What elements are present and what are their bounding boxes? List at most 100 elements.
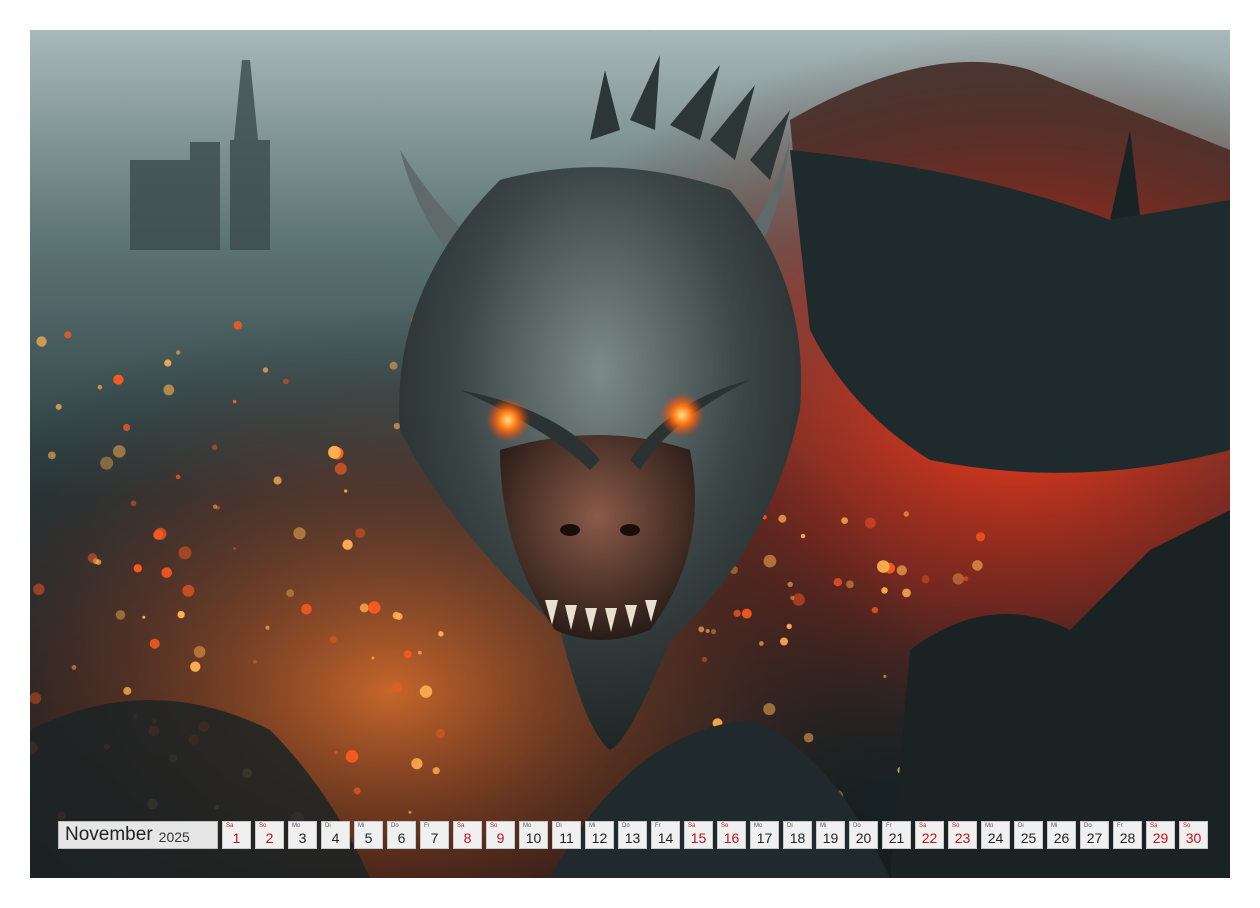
ember-light [778, 514, 787, 523]
day-number: 16 [723, 830, 740, 846]
ember-light [87, 553, 98, 563]
ember-light [392, 682, 403, 693]
weekday-abbr: Sa [688, 823, 696, 829]
day-number: 2 [265, 830, 274, 846]
day-row: Sa 1 So 2 Mo 3 Di 4 Mi 5 Do 6 Fr 7 Sa 8 So 9 Mo 10 Di 11 Mi 12 D… [218, 821, 1208, 849]
weekday-abbr: So [490, 823, 498, 829]
ember-light [142, 615, 146, 619]
day-cell: Mo 24 [981, 821, 1010, 849]
ember-light [97, 384, 103, 390]
day-number: 22 [921, 830, 938, 846]
day-number: 19 [822, 830, 839, 846]
ember-light [130, 500, 137, 507]
ember-light [787, 581, 793, 588]
ember-light [329, 636, 337, 643]
ember-light [293, 527, 306, 540]
weekday-abbr: Do [853, 823, 861, 829]
weekday-abbr: Do [391, 823, 399, 829]
ember-light [190, 661, 201, 672]
ember-light [164, 359, 172, 367]
ember-light [800, 533, 806, 539]
day-cell: Do 20 [849, 821, 878, 849]
ember-light [438, 631, 444, 637]
day-cell: Sa 29 [1146, 821, 1175, 849]
ember-light [265, 625, 270, 630]
day-cell: Mo 3 [288, 821, 317, 849]
day-cell: Di 4 [321, 821, 350, 849]
weekday-abbr: Sa [1150, 823, 1158, 829]
ember-light [741, 608, 752, 619]
day-cell: Do 27 [1080, 821, 1109, 849]
ember-light [763, 554, 777, 568]
weekday-abbr: Di [325, 823, 331, 829]
ember-light [411, 758, 423, 770]
weekday-abbr: Di [1018, 823, 1024, 829]
ember-light [328, 445, 341, 459]
day-number: 27 [1086, 830, 1103, 846]
ember-light [393, 422, 401, 430]
ember-light [763, 703, 776, 716]
dragon-illustration [30, 30, 1230, 878]
weekday-abbr: So [721, 823, 729, 829]
weekday-abbr: Mi [589, 823, 596, 829]
ember-light [193, 646, 206, 658]
ember-light [178, 546, 192, 560]
day-cell: Di 25 [1014, 821, 1043, 849]
ember-light [286, 589, 295, 597]
day-number: 11 [559, 830, 574, 846]
ember-light [154, 527, 167, 540]
ember-light [262, 367, 269, 373]
day-number: 10 [525, 830, 542, 846]
day-number: 12 [591, 830, 608, 846]
day-number: 30 [1185, 830, 1202, 846]
day-cell: Fr 14 [651, 821, 680, 849]
ember-light [921, 575, 930, 584]
ember-light [963, 576, 969, 582]
weekday-abbr: Fr [655, 823, 661, 829]
weekday-abbr: Mi [1051, 823, 1058, 829]
day-cell: Fr 21 [882, 821, 911, 849]
day-number: 25 [1020, 830, 1037, 846]
month-name: November [65, 824, 153, 845]
ember-light [342, 539, 353, 550]
ember-light [780, 637, 788, 646]
weekday-abbr: So [952, 823, 960, 829]
right-eye-icon [660, 393, 704, 437]
ember-light [903, 511, 909, 517]
ember-light [123, 423, 131, 432]
ember-light [698, 626, 705, 633]
ember-light [344, 489, 348, 493]
day-cell: So 16 [717, 821, 746, 849]
weekday-abbr: Mi [820, 823, 827, 829]
ember-light [233, 321, 243, 330]
ember-light [175, 474, 181, 480]
ember-light [359, 603, 369, 613]
day-number: 6 [397, 830, 406, 846]
day-cell: So 30 [1179, 821, 1208, 849]
ember-light [232, 399, 237, 404]
ember-light [432, 767, 440, 775]
day-number: 1 [232, 830, 241, 846]
day-cell: Mi 12 [585, 821, 614, 849]
day-cell: Fr 7 [420, 821, 449, 849]
weekday-abbr: So [1183, 823, 1191, 829]
ember-light [871, 606, 879, 614]
day-cell: Sa 8 [453, 821, 482, 849]
day-number: 26 [1053, 830, 1070, 846]
left-eye-icon [486, 398, 530, 442]
ember-light [792, 593, 805, 606]
ember-light [113, 374, 124, 385]
ember-light [175, 350, 181, 355]
day-number: 21 [888, 830, 905, 846]
ember-light [133, 564, 142, 573]
day-number: 9 [496, 830, 505, 846]
ember-light [36, 336, 47, 347]
ember-light [177, 610, 185, 619]
day-number: 3 [298, 830, 307, 846]
weekday-abbr: Mi [358, 823, 365, 829]
weekday-abbr: Mo [292, 823, 301, 829]
ember-light [301, 603, 312, 615]
ember-light [371, 656, 375, 660]
ember-light [896, 565, 907, 576]
day-number: 4 [331, 830, 340, 846]
